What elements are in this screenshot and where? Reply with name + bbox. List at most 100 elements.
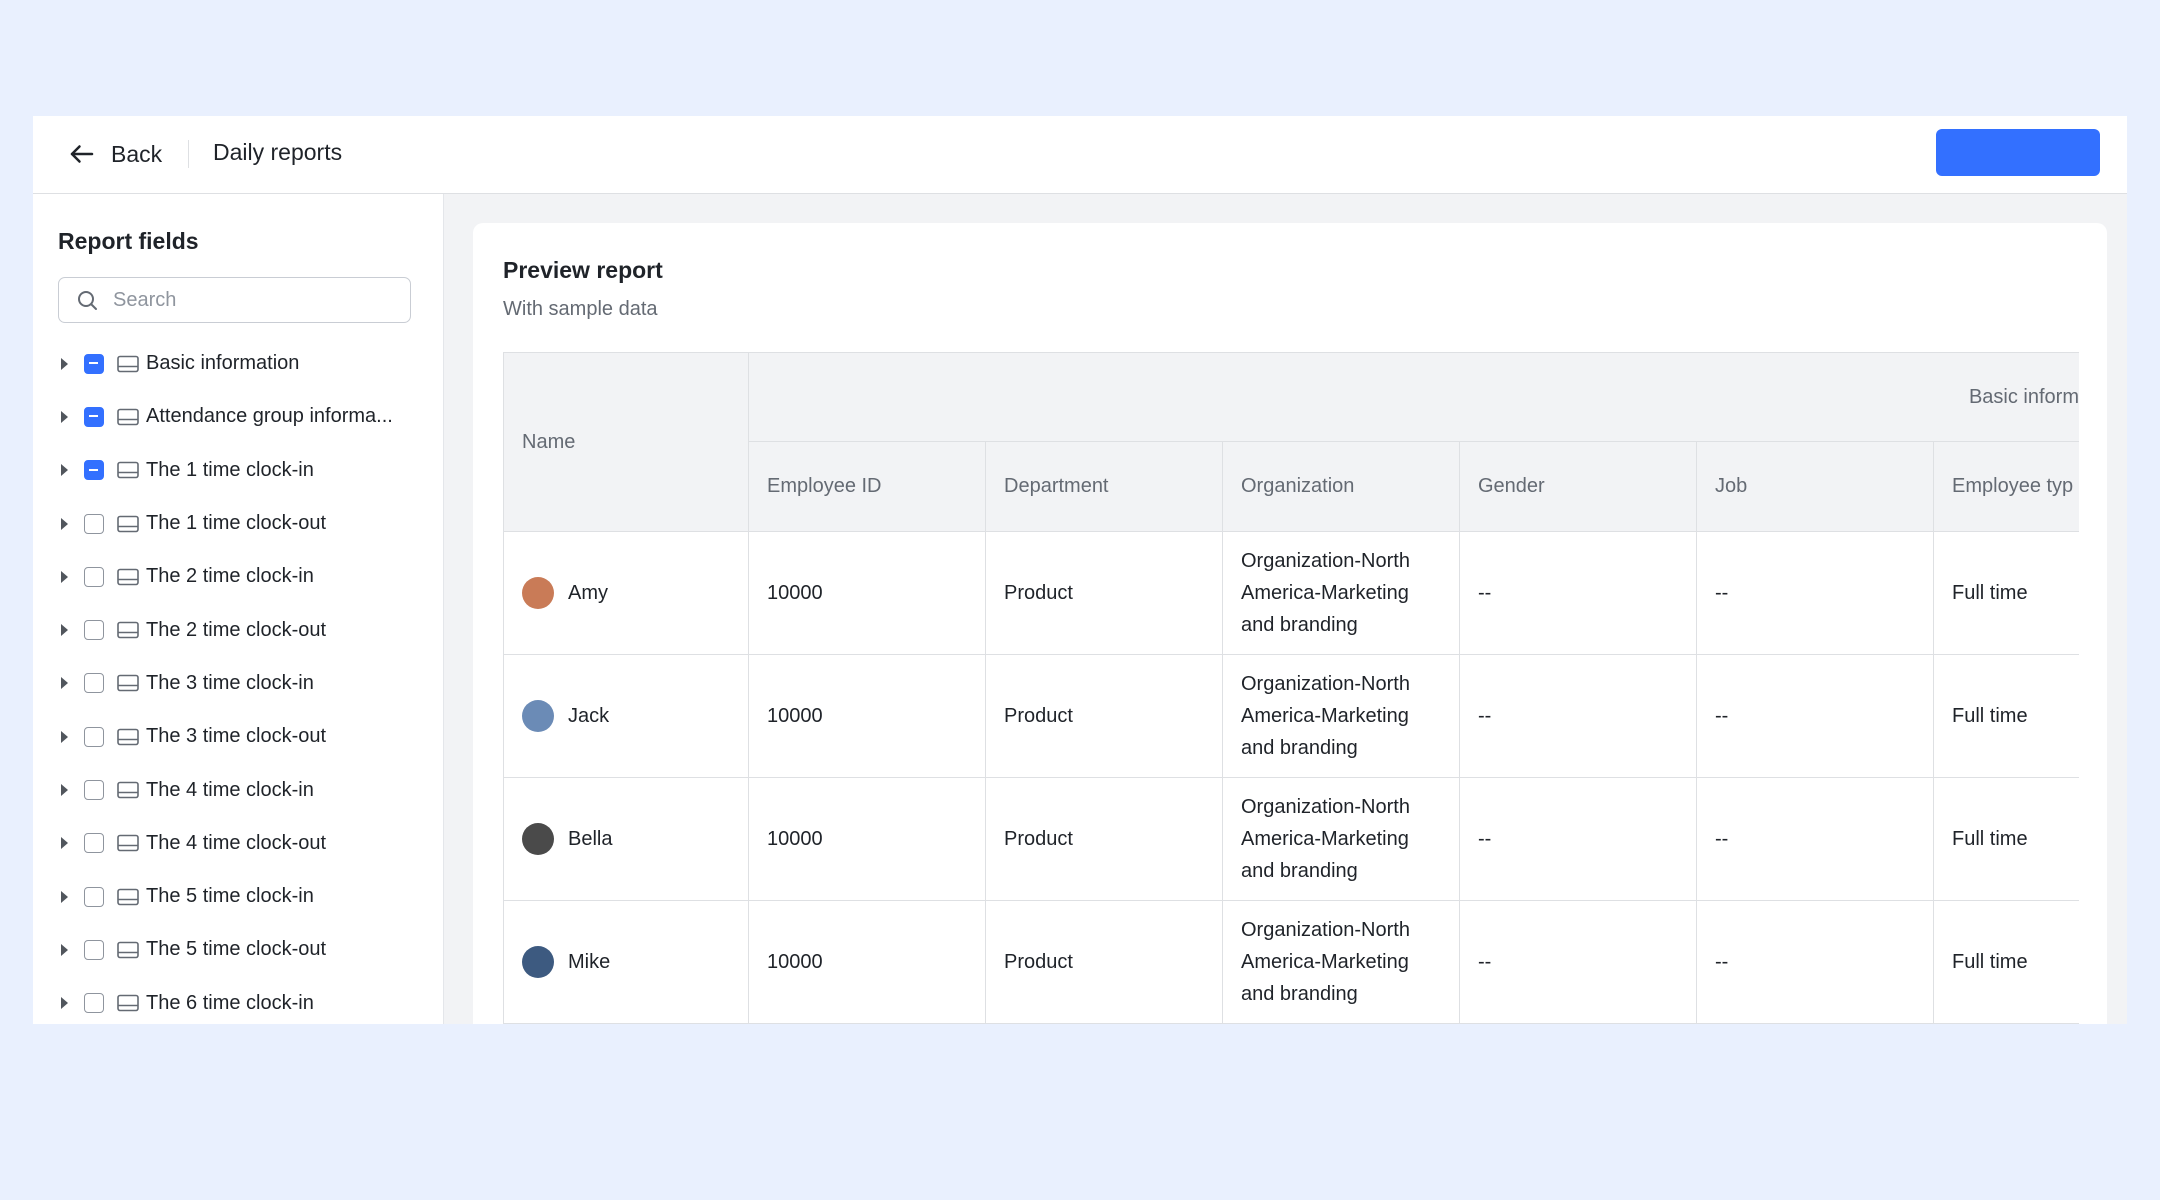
tree-item[interactable]: The 3 time clock-out (33, 710, 443, 763)
tree-item[interactable]: The 3 time clock-in (33, 657, 443, 710)
avatar (522, 823, 554, 855)
cell-value: Product (1004, 950, 1073, 973)
table-cell-employee-id: 10000 (748, 778, 985, 901)
tree-item[interactable]: Attendance group informa... (33, 390, 443, 443)
tree-item-checkbox[interactable] (84, 780, 104, 801)
caret-right-icon[interactable] (61, 997, 68, 1010)
folder-icon (117, 781, 139, 799)
table-cell-job: -- (1696, 778, 1933, 901)
table-cell-gender: -- (1459, 532, 1696, 655)
folder-icon (117, 621, 139, 639)
table-cell-employee-type: Full time (1933, 532, 2079, 655)
column-header-label: Name (522, 430, 576, 453)
caret-right-icon[interactable] (61, 943, 68, 956)
field-tree: Basic information Attendance group inform… (33, 337, 443, 1024)
tree-item-checkbox[interactable] (84, 939, 104, 960)
caret-right-icon[interactable] (61, 410, 68, 423)
tree-item-checkbox[interactable] (84, 566, 104, 587)
caret-right-icon[interactable] (61, 357, 68, 370)
caret-right-icon[interactable] (61, 677, 68, 690)
tree-item-label: Basic information (146, 352, 300, 375)
tree-item[interactable]: Basic information (33, 337, 443, 390)
table-cell-employee-id: 10000 (748, 901, 985, 1024)
column-header-label: Organization (1241, 475, 1355, 497)
tree-item[interactable]: The 2 time clock-out (33, 603, 443, 656)
caret-right-icon[interactable] (61, 624, 68, 637)
column-header-organization: Organization (1222, 442, 1459, 532)
column-header-job: Job (1696, 442, 1933, 532)
cell-value: -- (1715, 950, 1729, 973)
tree-item[interactable]: The 4 time clock-out (33, 817, 443, 870)
tree-item-checkbox[interactable] (84, 673, 104, 694)
tree-item[interactable]: The 1 time clock-in (33, 444, 443, 497)
table-cell-employee-id: 10000 (748, 655, 985, 778)
table-cell-gender: -- (1459, 655, 1696, 778)
column-header-name: Name (503, 352, 748, 532)
tree-item[interactable]: The 5 time clock-out (33, 923, 443, 976)
cell-value: Product (1004, 581, 1073, 604)
caret-right-icon[interactable] (61, 837, 68, 850)
caret-right-icon[interactable] (61, 784, 68, 797)
sidebar-title: Report fields (58, 228, 199, 254)
cell-value: Full time (1952, 704, 2028, 727)
tree-item-checkbox[interactable] (84, 620, 104, 641)
tree-item-checkbox[interactable] (84, 886, 104, 907)
tree-item-label: Attendance group informa... (146, 405, 393, 428)
cell-value: Full time (1952, 827, 2028, 850)
folder-icon (117, 675, 139, 692)
folder-icon (117, 461, 139, 479)
folder-icon (117, 888, 139, 905)
tree-item-label: The 5 time clock-in (146, 885, 314, 908)
organization-line: America-Marketing (1241, 582, 1409, 604)
tree-item-label: The 4 time clock-out (146, 831, 327, 854)
caret-right-icon[interactable] (61, 464, 68, 477)
table-cell-employee-type: Full time (1933, 778, 2079, 901)
table-cell-department: Product (985, 655, 1222, 778)
table-cell-gender: -- (1459, 901, 1696, 1024)
tree-item-checkbox[interactable] (84, 513, 104, 534)
tree-item[interactable]: The 2 time clock-in (33, 550, 443, 603)
organization-line: Organization-North (1241, 796, 1410, 818)
table-cell-department: Product (985, 901, 1222, 1024)
tree-item[interactable]: The 6 time clock-in (33, 977, 443, 1024)
table-cell-gender: -- (1459, 778, 1696, 901)
report-fields-sidebar: Report fields Basic information Attendanc… (33, 194, 444, 1024)
avatar (522, 577, 554, 609)
tree-item[interactable]: The 5 time clock-in (33, 870, 443, 923)
caret-right-icon[interactable] (61, 570, 68, 583)
search-icon (78, 291, 97, 310)
top-bar: Back Daily reports (33, 116, 2127, 194)
tree-item-checkbox[interactable] (84, 993, 104, 1014)
table-cell-name: Bella (503, 778, 748, 901)
cell-value: Product (1004, 704, 1073, 727)
tree-item[interactable]: The 1 time clock-out (33, 497, 443, 550)
caret-right-icon[interactable] (61, 517, 68, 530)
tree-item-checkbox[interactable] (84, 726, 104, 747)
tree-item-checkbox[interactable] (84, 833, 104, 854)
tree-item-label: The 3 time clock-out (146, 725, 327, 748)
back-button[interactable]: Back (67, 136, 162, 172)
organization-line: and branding (1241, 983, 1358, 1005)
preview-title: Preview report (503, 257, 663, 283)
cell-value: -- (1715, 827, 1729, 850)
folder-icon (117, 941, 139, 959)
search-box[interactable] (58, 277, 411, 323)
tree-item[interactable]: The 4 time clock-in (33, 763, 443, 816)
tree-item-checkbox[interactable] (84, 353, 104, 374)
cell-value: 10000 (767, 827, 823, 850)
organization-line: America-Marketing (1241, 951, 1409, 973)
primary-action-button[interactable] (1936, 129, 2100, 176)
column-header-label: Job (1715, 475, 1748, 497)
tree-item-label: The 3 time clock-in (146, 671, 314, 694)
caret-right-icon[interactable] (61, 890, 68, 903)
table-cell-department: Product (985, 532, 1222, 655)
tree-item-checkbox[interactable] (84, 406, 104, 427)
column-header-label: Department (1004, 475, 1109, 497)
organization-line: America-Marketing (1241, 828, 1409, 850)
caret-right-icon[interactable] (61, 730, 68, 743)
search-input[interactable] (111, 287, 385, 313)
table-cell-organization: Organization-North America-Marketing and b… (1222, 532, 1459, 655)
folder-icon (117, 515, 139, 532)
folder-icon (117, 568, 139, 586)
tree-item-checkbox[interactable] (84, 460, 104, 481)
